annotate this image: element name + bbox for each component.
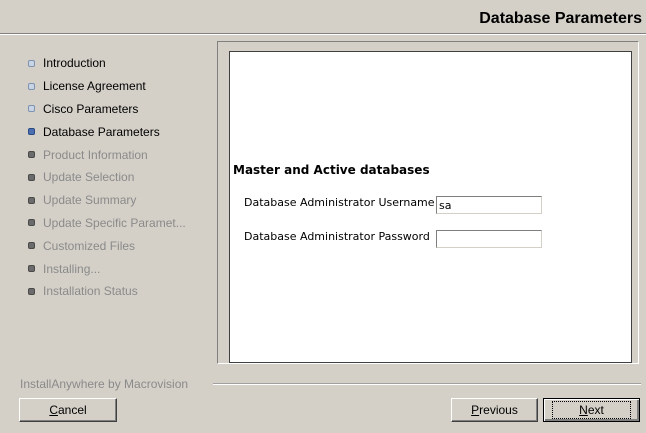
step-label: Customized Files: [43, 238, 136, 253]
step-done-bullet-icon: [28, 105, 35, 113]
header-divider: [0, 33, 646, 35]
password-input[interactable]: [436, 230, 542, 248]
next-button[interactable]: Next: [543, 398, 640, 422]
form-area: Master and Active databases Database Adm…: [229, 51, 632, 363]
step-cisco-parameters: Cisco Parameters: [28, 98, 218, 121]
step-pending-bullet-icon: [28, 196, 35, 204]
cancel-button-label: Cancel: [49, 403, 87, 417]
step-label: Update Specific Paramet...: [43, 215, 186, 230]
step-pending-bullet-icon: [28, 219, 35, 227]
step-license-agreement: License Agreement: [28, 75, 218, 98]
content-panel: Master and Active databases Database Adm…: [217, 41, 639, 364]
step-database-parameters: Database Parameters: [28, 120, 218, 143]
step-label: License Agreement: [43, 79, 146, 94]
step-label: Cisco Parameters: [43, 101, 139, 116]
step-installing: Installing...: [28, 257, 218, 280]
step-label: Installing...: [43, 261, 101, 276]
cancel-button[interactable]: Cancel: [19, 398, 117, 422]
username-input[interactable]: [436, 196, 542, 214]
step-update-summary: Update Summary: [28, 189, 218, 212]
step-introduction: Introduction: [28, 52, 218, 75]
step-pending-bullet-icon: [28, 151, 35, 159]
step-pending-bullet-icon: [28, 242, 35, 250]
footer-divider: [213, 383, 641, 385]
step-pending-bullet-icon: [28, 265, 35, 273]
page-title: Database Parameters: [479, 10, 642, 27]
step-label: Update Summary: [43, 193, 137, 208]
step-pending-bullet-icon: [28, 173, 35, 181]
username-label: Database Administrator Username: [244, 196, 435, 209]
step-customized-files: Customized Files: [28, 234, 218, 257]
step-current-bullet-icon: [28, 128, 35, 136]
step-label: Introduction: [43, 56, 106, 71]
step-label: Installation Status: [43, 284, 138, 299]
step-done-bullet-icon: [28, 82, 35, 90]
step-label: Database Parameters: [43, 124, 160, 139]
step-label: Update Selection: [43, 170, 135, 185]
next-button-label: Next: [552, 401, 631, 419]
header-bar: Database Parameters: [0, 0, 646, 35]
step-list: Introduction License Agreement Cisco Par…: [28, 52, 218, 303]
previous-button[interactable]: Previous: [451, 398, 538, 422]
section-title: Master and Active databases: [233, 163, 430, 177]
step-label: Product Information: [43, 147, 148, 162]
previous-button-label: Previous: [471, 403, 518, 417]
step-update-specific-parameters: Update Specific Paramet...: [28, 212, 218, 235]
step-done-bullet-icon: [28, 59, 35, 67]
step-installation-status: Installation Status: [28, 280, 218, 303]
step-update-selection: Update Selection: [28, 166, 218, 189]
vendor-label: InstallAnywhere by Macrovision: [20, 377, 189, 391]
password-label: Database Administrator Password: [244, 230, 430, 243]
step-pending-bullet-icon: [28, 287, 35, 295]
step-product-information: Product Information: [28, 143, 218, 166]
